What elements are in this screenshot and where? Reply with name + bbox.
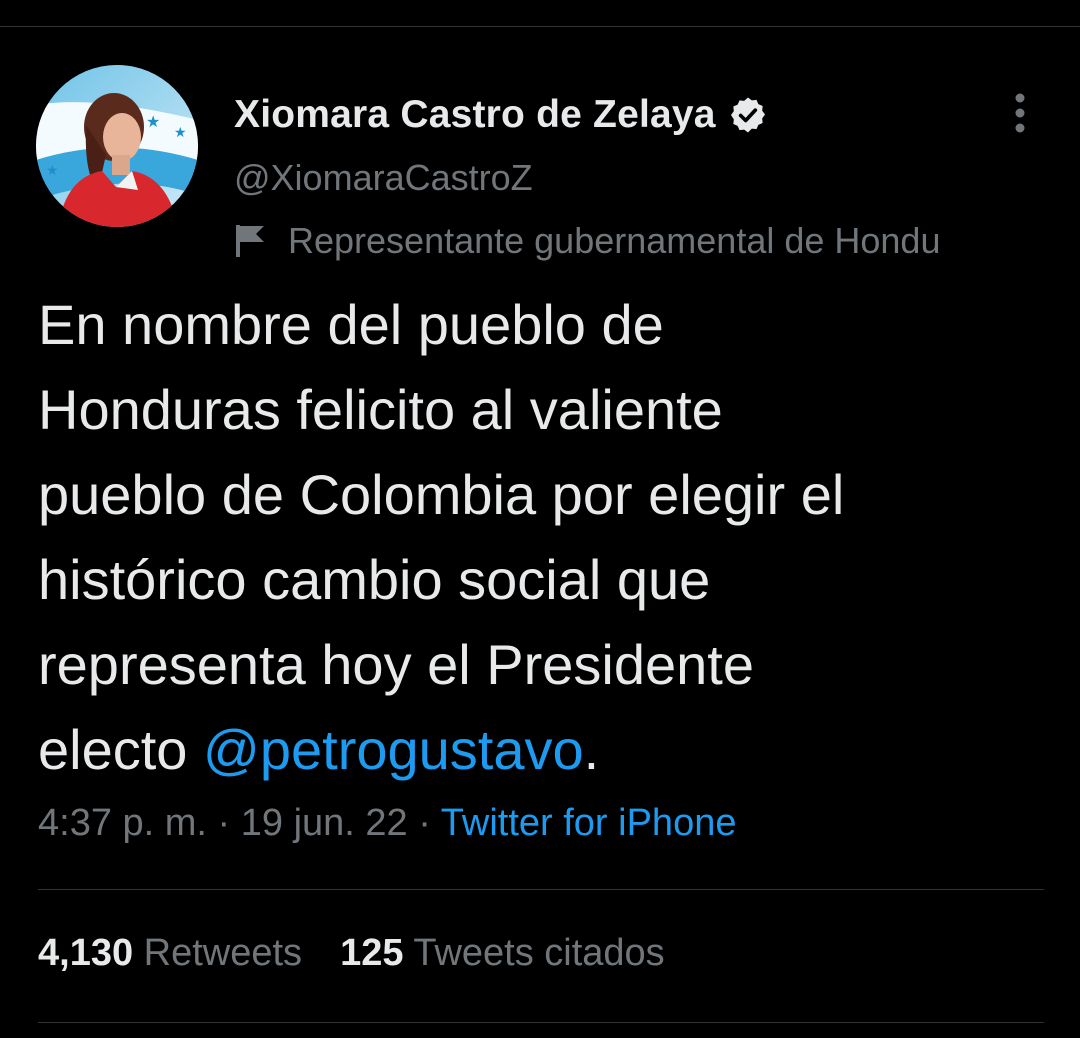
divider bbox=[38, 1022, 1044, 1023]
tweet-text: En nombre del pueblo de Honduras felicit… bbox=[38, 282, 1058, 792]
tweet-line: representa hoy el Presidente bbox=[38, 633, 754, 696]
more-options-button[interactable] bbox=[1000, 88, 1040, 138]
quotes-count: 125 bbox=[340, 932, 404, 974]
avatar-image: ★ ★ ★ bbox=[36, 65, 198, 227]
tweet-line: histórico cambio social que bbox=[38, 548, 711, 611]
engagement-stats: 4,130 Retweets 125 Tweets citados bbox=[38, 932, 665, 975]
mention-link[interactable]: @petrogustavo bbox=[203, 718, 584, 781]
display-name-row[interactable]: Xiomara Castro de Zelaya bbox=[234, 90, 768, 140]
tweet-source-link[interactable]: Twitter for iPhone bbox=[441, 802, 737, 844]
svg-text:★: ★ bbox=[174, 125, 187, 141]
tweet-meta: 4:37 p. m. · 19 jun. 22 · Twitter for iP… bbox=[38, 802, 736, 845]
tweet-line: Honduras felicito al valiente bbox=[38, 378, 723, 441]
display-name[interactable]: Xiomara Castro de Zelaya bbox=[234, 93, 716, 137]
quotes-stat[interactable]: 125 Tweets citados bbox=[340, 932, 665, 974]
svg-text:★: ★ bbox=[146, 112, 160, 131]
avatar[interactable]: ★ ★ ★ bbox=[36, 65, 198, 227]
handle[interactable]: @XiomaraCastroZ bbox=[234, 157, 533, 199]
tweet-line-prefix: electo bbox=[38, 718, 203, 781]
tweet-line-last: electo @petrogustavo. bbox=[38, 707, 1058, 792]
top-divider bbox=[0, 26, 1080, 27]
flag-icon bbox=[234, 223, 266, 259]
meta-separator: · bbox=[407, 802, 441, 844]
tweet-date[interactable]: 19 jun. 22 bbox=[241, 802, 408, 844]
retweets-stat[interactable]: 4,130 Retweets bbox=[38, 932, 302, 974]
label-text: Representante gubernamental de Hondu bbox=[288, 220, 941, 261]
svg-text:★: ★ bbox=[46, 163, 59, 179]
quotes-label: Tweets citados bbox=[413, 932, 665, 974]
divider bbox=[38, 889, 1044, 890]
government-label[interactable]: Representante gubernamental de Hondu bbox=[234, 217, 1080, 265]
tweet-time[interactable]: 4:37 p. m. bbox=[38, 802, 207, 844]
tweet-line-suffix: . bbox=[583, 718, 600, 781]
more-vertical-icon bbox=[1015, 93, 1025, 133]
tweet-line: pueblo de Colombia por elegir el bbox=[38, 463, 845, 526]
verified-badge-icon bbox=[728, 95, 768, 135]
tweet-line: En nombre del pueblo de bbox=[38, 293, 664, 356]
retweets-count: 4,130 bbox=[38, 932, 134, 974]
meta-separator: · bbox=[206, 802, 241, 844]
retweets-label: Retweets bbox=[143, 932, 303, 974]
